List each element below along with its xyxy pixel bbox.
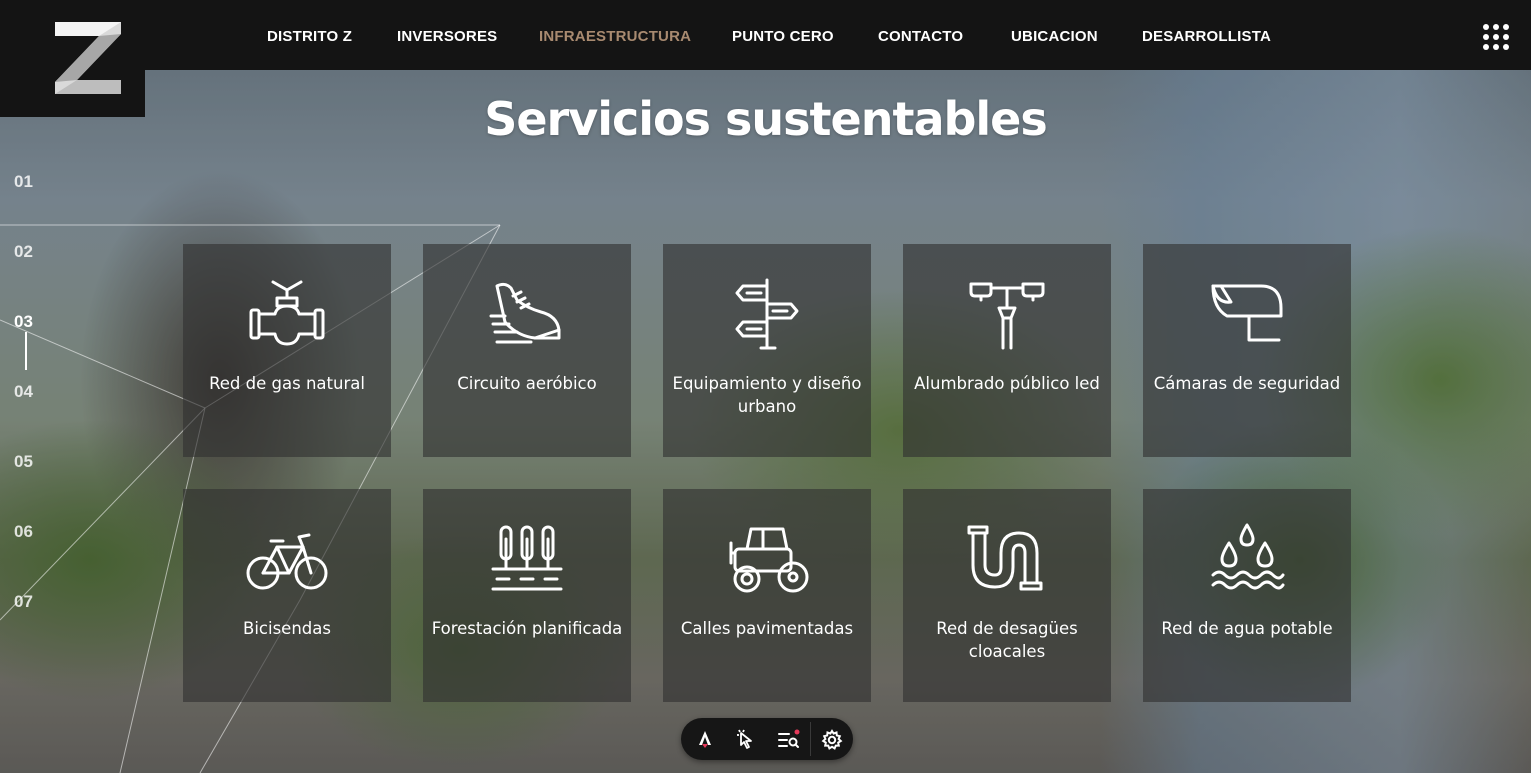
pager-item-03[interactable]: 03: [14, 312, 33, 332]
accessibility-toolbar: [681, 718, 853, 760]
nav-distrito-z[interactable]: DISTRITO Z: [267, 28, 352, 45]
water-drops-icon: [1211, 523, 1285, 590]
pager-item-05[interactable]: 05: [14, 452, 33, 472]
sneaker-icon: [489, 282, 561, 344]
service-label: Calles pavimentadas: [680, 619, 854, 638]
service-label: Cámaras de seguridad: [1153, 374, 1341, 393]
signpost-icon: [735, 278, 799, 350]
drain-pipe-icon: [967, 525, 1043, 591]
logo[interactable]: [0, 0, 145, 117]
settings-icon: [821, 729, 843, 750]
service-tile-urban-design[interactable]: Equipamiento y diseño urbano: [663, 244, 871, 457]
security-camera-icon: [1211, 284, 1283, 342]
trees-icon: [491, 525, 563, 591]
service-label: Bicisendas: [243, 619, 331, 638]
bicycle-icon: [246, 533, 328, 590]
pager-item-04[interactable]: 04: [14, 382, 33, 402]
pager-item-06[interactable]: 06: [14, 522, 33, 542]
nav-punto-cero[interactable]: PUNTO CERO: [732, 28, 834, 45]
service-label: Forestación planificada: [431, 619, 623, 638]
service-tile-lighting[interactable]: Alumbrado público led: [903, 244, 1111, 457]
nav-inversores[interactable]: INVERSORES: [397, 28, 497, 45]
nav-contacto[interactable]: CONTACTO: [878, 28, 963, 45]
service-tile-sewage[interactable]: Red de desagües cloacales: [903, 489, 1111, 702]
pointer-search-icon: [737, 729, 752, 749]
accessibility-icon: [699, 731, 711, 748]
service-label: Alumbrado público led: [914, 374, 1100, 393]
z-logo-icon: [55, 22, 121, 94]
service-tile-forestation[interactable]: Forestación planificada: [423, 489, 631, 702]
pager-item-07[interactable]: 07: [14, 592, 33, 612]
service-tile-aerobic[interactable]: Circuito aeróbico: [423, 244, 631, 457]
grid-menu-icon[interactable]: [1483, 24, 1509, 50]
service-label: Red de agua potable: [1161, 619, 1333, 638]
service-tile-gas[interactable]: Red de gas natural: [183, 244, 391, 457]
accessibility-button[interactable]: [685, 718, 725, 760]
road-roller-icon: [729, 527, 809, 593]
reader-button[interactable]: [767, 718, 807, 760]
service-tile-cameras[interactable]: Cámaras de seguridad: [1143, 244, 1351, 457]
service-label: Red de desagües cloacales: [936, 619, 1078, 661]
service-label: Red de gas natural: [209, 374, 365, 393]
service-tile-water[interactable]: Red de agua potable: [1143, 489, 1351, 702]
pager-item-02[interactable]: 02: [14, 242, 33, 262]
nav-ubicacion[interactable]: UBICACION: [1011, 28, 1098, 45]
nav-infraestructura[interactable]: INFRAESTRUCTURA: [539, 28, 691, 45]
pager-item-01[interactable]: 01: [14, 172, 33, 192]
service-label: Circuito aeróbico: [457, 374, 597, 393]
street-lamp-icon: [969, 282, 1045, 350]
page-title: Servicios sustentables: [484, 92, 1048, 146]
reader-icon: [778, 729, 800, 748]
service-label: Equipamiento y diseño urbano: [672, 374, 862, 416]
settings-button[interactable]: [811, 718, 851, 760]
gas-valve-icon: [249, 280, 325, 346]
service-tile-paved-streets[interactable]: Calles pavimentadas: [663, 489, 871, 702]
pager-active-indicator: [25, 332, 27, 370]
nav-desarrollista[interactable]: DESARROLLISTA: [1142, 28, 1271, 45]
pointer-search-button[interactable]: [725, 718, 765, 760]
service-tile-bike[interactable]: Bicisendas: [183, 489, 391, 702]
